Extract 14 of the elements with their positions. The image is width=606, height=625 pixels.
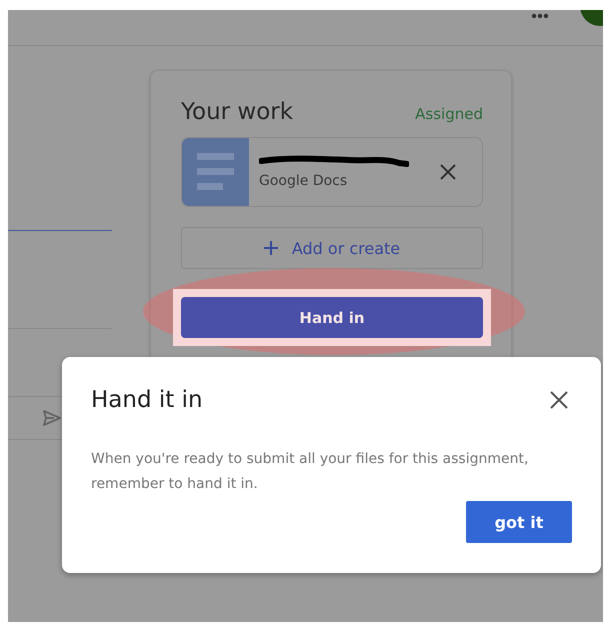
document-icon — [182, 138, 249, 206]
dialog-title: Hand it in — [91, 387, 203, 413]
close-icon[interactable] — [550, 391, 568, 409]
attachment[interactable]: Google Docs — [181, 137, 483, 207]
hand-in-button[interactable]: Hand in — [181, 297, 483, 338]
add-or-create-button[interactable]: Add or create — [181, 227, 483, 269]
close-icon[interactable] — [440, 164, 456, 180]
status-label: Assigned — [415, 105, 483, 123]
card-title: Your work — [181, 99, 294, 125]
plus-icon — [264, 241, 278, 255]
got-it-button[interactable]: got it — [466, 501, 572, 543]
file-type-label: Google Docs — [259, 173, 348, 189]
more-icon[interactable] — [531, 13, 549, 19]
dialog-message: When you're ready to submit all your files for this assignment, remember to hand it in. — [91, 450, 530, 494]
